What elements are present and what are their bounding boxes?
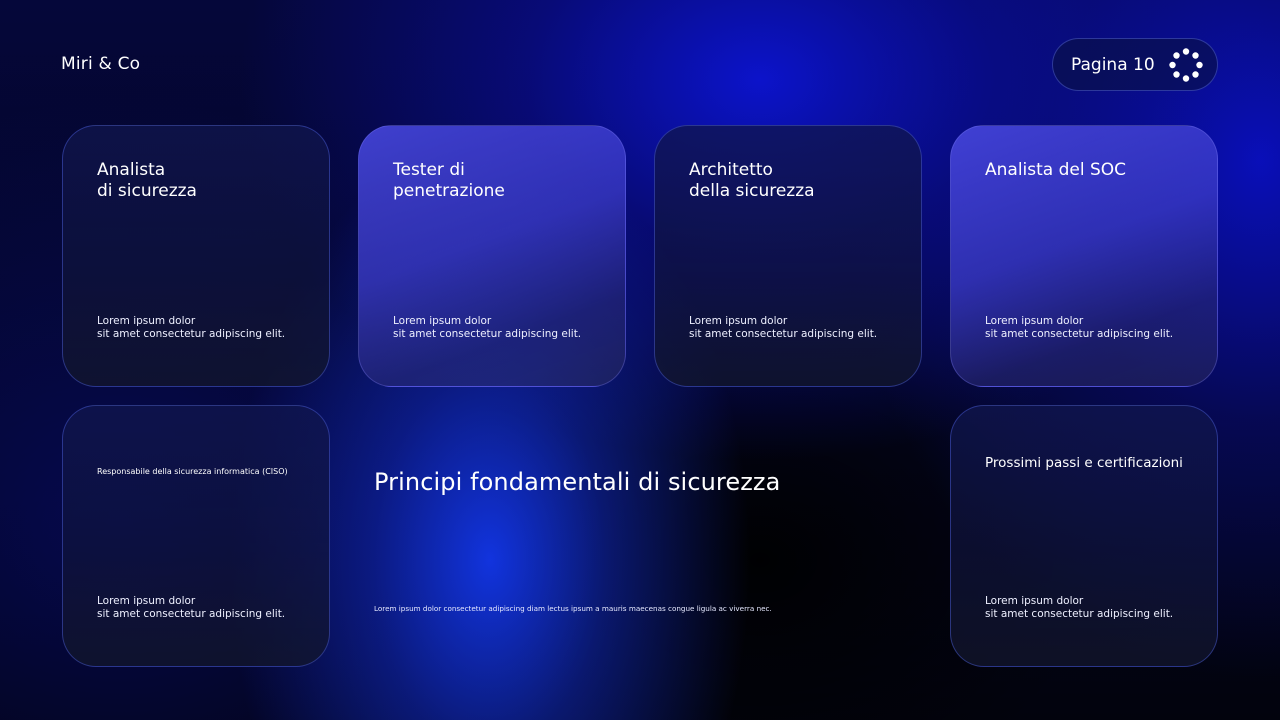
card-security-analyst: Analista di sicurezza Lorem ipsum dolor … [62,125,330,387]
page-indicator: Pagina 10 [1052,38,1218,91]
card-ciso: Responsabile della sicurezza informatica… [62,405,330,667]
card-description: Lorem ipsum dolor sit amet consectetur a… [985,595,1174,620]
card-title: Tester di penetrazione [393,160,505,201]
card-penetration-tester: Tester di penetrazione Lorem ipsum dolor… [358,125,626,387]
card-security-architect: Architetto della sicurezza Lorem ipsum d… [654,125,922,387]
card-title: Analista del SOC [985,160,1127,180]
card-title: Responsabile della sicurezza informatica… [97,467,288,476]
card-description: Lorem ipsum dolor sit amet consectetur a… [97,315,286,340]
brand-name: Miri & Co [61,54,141,74]
card-next-steps: Prossimi passi e certificazioni Lorem ip… [950,405,1218,667]
card-description: Lorem ipsum dolor sit amet consectetur a… [689,315,878,340]
loading-dots-icon [1169,48,1203,82]
card-title: Prossimi passi e certificazioni [985,455,1183,471]
section-description: Lorem ipsum dolor consectetur adipiscing… [374,604,772,613]
card-title: Architetto della sicurezza [689,160,815,201]
page-number-label: Pagina 10 [1071,54,1155,75]
card-description: Lorem ipsum dolor sit amet consectetur a… [393,315,582,340]
card-description: Lorem ipsum dolor sit amet consectetur a… [97,595,286,620]
card-soc-analyst: Analista del SOC Lorem ipsum dolor sit a… [950,125,1218,387]
section-title: Principi fondamentali di sicurezza [374,468,781,496]
card-description: Lorem ipsum dolor sit amet consectetur a… [985,315,1174,340]
card-title: Analista di sicurezza [97,160,197,201]
